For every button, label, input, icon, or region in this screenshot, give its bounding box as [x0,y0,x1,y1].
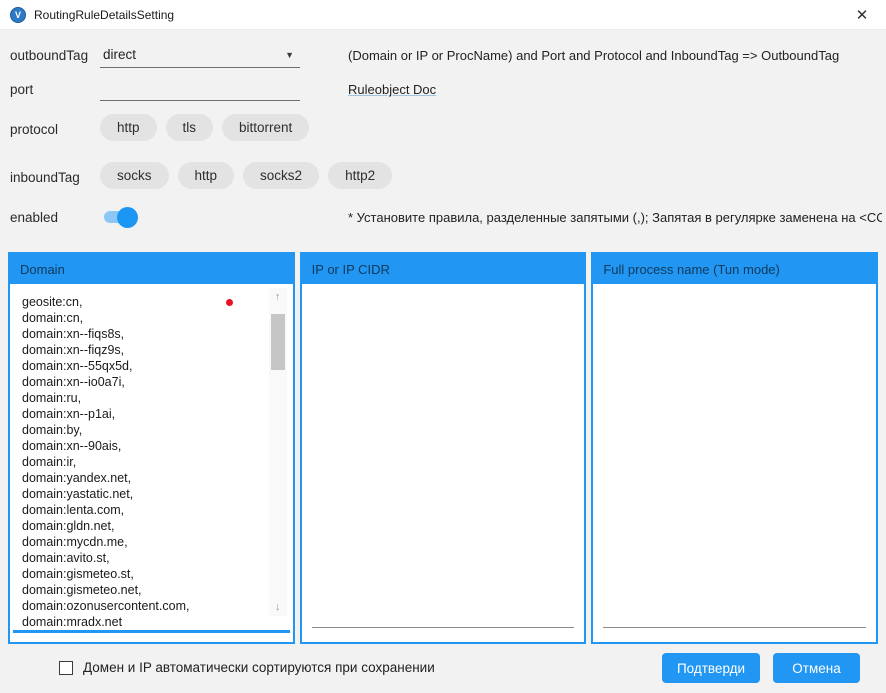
domain-panel-header: Domain [10,254,293,284]
port-input[interactable] [100,76,300,101]
sort-checkbox[interactable] [59,661,73,675]
outbound-tag-value: direct [100,47,285,62]
protocol-chip[interactable]: bittorrent [222,114,309,141]
scroll-up-button[interactable]: ↑ [269,288,287,306]
domain-entry: domain:yastatic.net, [22,486,257,502]
process-panel-header: Full process name (Tun mode) [593,254,876,284]
toggle-knob [117,207,138,228]
close-icon: ✕ [856,6,869,24]
ip-panel: IP or IP CIDR [300,252,587,644]
red-dot-indicator [226,299,233,306]
inbound-tag-label: inboundTag [10,170,80,185]
domain-entry: domain:ir, [22,454,257,470]
cancel-button[interactable]: Отмена [773,653,860,683]
process-textarea-underline [603,627,866,628]
domain-textarea[interactable]: geosite:cn,domain:cn,domain:xn--fiqs8s,d… [22,294,257,630]
sort-checkbox-row: Домен и IP автоматически сортируются при… [59,660,435,675]
window-title: RoutingRuleDetailsSetting [34,8,174,22]
chevron-down-icon: ▼ [285,50,300,60]
domain-panel-body: geosite:cn,domain:cn,domain:xn--fiqs8s,d… [10,284,293,642]
rule-panels: Domain geosite:cn,domain:cn,domain:xn--f… [8,252,878,644]
domain-entry: domain:cn, [22,310,257,326]
enabled-label: enabled [10,210,58,225]
inbound-tag-chip[interactable]: http [178,162,235,189]
close-button[interactable]: ✕ [848,1,876,29]
domain-entry: domain:mradx.net [22,614,257,630]
domain-entry: domain:lenta.com, [22,502,257,518]
protocol-chip[interactable]: http [100,114,157,141]
domain-entry: domain:mycdn.me, [22,534,257,550]
domain-entry: geosite:cn, [22,294,257,310]
rule-format-hint: (Domain or IP or ProcName) and Port and … [348,48,882,63]
domain-entry: domain:avito.st, [22,550,257,566]
domain-entry: domain:xn--io0a7i, [22,374,257,390]
ruleobject-doc-link[interactable]: Ruleobject Doc [348,82,882,97]
scrollbar-thumb[interactable] [271,314,285,370]
inbound-tag-chip[interactable]: socks2 [243,162,319,189]
domain-entry: domain:xn--fiqs8s, [22,326,257,342]
domain-entry: domain:xn--fiqz9s, [22,342,257,358]
enabled-toggle[interactable] [104,211,134,223]
protocol-chip[interactable]: tls [166,114,214,141]
domain-entry: domain:yandex.net, [22,470,257,486]
domain-entry: domain:ozonusercontent.com, [22,598,257,614]
domain-entry: domain:xn--55qx5d, [22,358,257,374]
domain-entry: domain:gismeteo.st, [22,566,257,582]
outbound-tag-label: outboundTag [10,48,88,63]
rules-note: * Установите правила, разделенные запяты… [348,210,882,225]
domain-entry: domain:xn--90ais, [22,438,257,454]
domain-entry: domain:by, [22,422,257,438]
inbound-tag-chip[interactable]: http2 [328,162,392,189]
domain-textarea-focus-underline [13,630,290,633]
domain-entry: domain:ru, [22,390,257,406]
ip-panel-header: IP or IP CIDR [302,254,585,284]
ip-textarea-underline [312,627,575,628]
arrow-down-icon: ↓ [275,601,281,613]
confirm-button[interactable]: Подтверди [662,653,760,683]
domain-entry: domain:xn--p1ai, [22,406,257,422]
protocol-chip-group: httptls bittorrent [100,114,309,141]
domain-panel: Domain geosite:cn,domain:cn,domain:xn--f… [8,252,295,644]
inbound-tag-chip-group: socks http socks2 http2 [100,162,392,189]
scroll-down-button[interactable]: ↓ [269,598,287,616]
domain-entry: domain:gldn.net, [22,518,257,534]
domain-scrollbar[interactable]: ↑ ↓ [269,288,287,616]
ruleobject-doc-link-text: Ruleobject Doc [348,82,436,97]
app-logo-icon: V [10,7,26,23]
routing-rule-details-dialog: V RoutingRuleDetailsSetting ✕ outboundTa… [0,0,886,693]
arrow-up-icon: ↑ [275,291,281,303]
domain-entry: domain:gismeteo.net, [22,582,257,598]
outbound-tag-select[interactable]: direct ▼ [100,42,300,68]
ip-textarea[interactable] [302,284,585,642]
port-label: port [10,82,33,97]
protocol-label: protocol [10,122,58,137]
process-textarea[interactable] [593,284,876,642]
inbound-tag-chip[interactable]: socks [100,162,169,189]
title-bar: V RoutingRuleDetailsSetting ✕ [0,0,886,30]
process-panel: Full process name (Tun mode) [591,252,878,644]
sort-checkbox-label: Домен и IP автоматически сортируются при… [83,660,435,675]
